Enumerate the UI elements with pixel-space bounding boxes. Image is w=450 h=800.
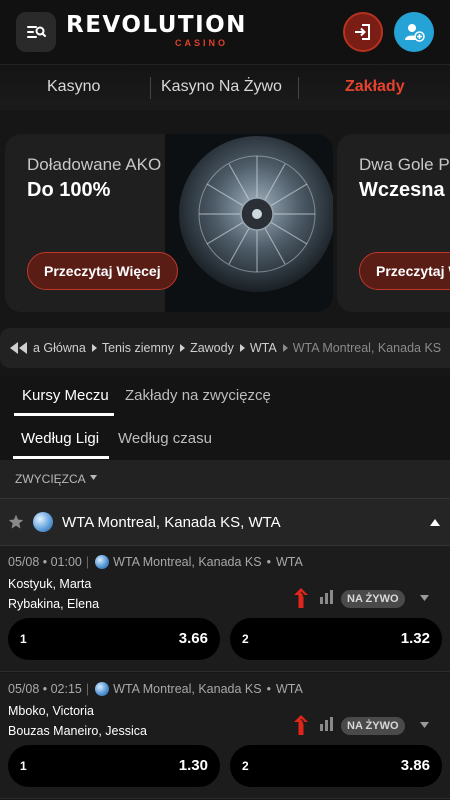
login-button[interactable] — [343, 12, 383, 52]
promo-eyebrow: Dwa Gole Pr — [359, 155, 450, 174]
team-home: Mboko, Victoria — [8, 704, 94, 718]
top-header: REVOLUTION CASINO — [0, 0, 450, 64]
turbine-image — [165, 134, 333, 312]
meta-divider: | — [85, 555, 90, 569]
live-badge: NA ŻYWO — [341, 717, 405, 735]
match-row[interactable]: 05/08 • 01:00 | WTA Montreal, Kanada KS … — [0, 546, 450, 672]
tab-zaklady-na-zwyciezce[interactable]: Zakłady na zwycięzcę — [125, 387, 271, 404]
active-tab-indicator — [14, 413, 114, 416]
nav-item-zaklady[interactable]: Zakłady — [345, 78, 405, 96]
match-tour: WTA — [275, 682, 303, 696]
match-datetime: 05/08 • 02:15 — [8, 682, 82, 696]
read-more-button[interactable]: Przeczytaj W — [359, 252, 450, 290]
tab-wedlug-ligi[interactable]: Według Ligi — [21, 430, 99, 447]
breadcrumb-item[interactable]: WTA — [250, 341, 277, 355]
add-user-icon — [405, 24, 425, 42]
breadcrumb-current: WTA Montreal, Kanada KS — [292, 341, 442, 355]
nav-item-kasyno[interactable]: Kasyno — [47, 78, 100, 96]
match-meta: 05/08 • 01:00 | WTA Montreal, Kanada KS … — [8, 555, 303, 569]
chevron-up-icon[interactable] — [430, 519, 440, 526]
read-more-button[interactable]: Przeczytaj Więcej — [27, 252, 178, 290]
chevron-right-icon — [91, 344, 97, 352]
market-tabs: Kursy Meczu Zakłady na zwycięzcę — [0, 375, 450, 417]
team-home: Kostyuk, Marta — [8, 577, 92, 591]
match-competition: WTA Montreal, Kanada KS — [113, 682, 262, 696]
filter-label: ZWYCIĘZCA — [15, 472, 86, 486]
stats-icon[interactable] — [320, 717, 334, 731]
tab-kursy-meczu[interactable]: Kursy Meczu — [22, 387, 109, 404]
promo-eyebrow: Doładowane AKO — [27, 155, 162, 174]
grouping-tabs: Według Ligi Według czasu — [0, 418, 450, 460]
nav-divider — [150, 77, 151, 99]
match-row[interactable]: 05/08 • 02:15 | WTA Montreal, Kanada KS … — [0, 673, 450, 799]
odds-label: 1 — [20, 759, 27, 773]
breadcrumb-item[interactable]: Zawody — [190, 341, 234, 355]
odds-value: 3.86 — [400, 757, 430, 774]
odds-value: 1.32 — [400, 630, 430, 647]
league-header[interactable]: WTA Montreal, Kanada KS, WTA — [0, 498, 450, 546]
chevron-right-icon — [282, 344, 288, 352]
live-badge: NA ŻYWO — [341, 590, 405, 608]
register-button[interactable] — [394, 12, 434, 52]
meta-divider: | — [85, 682, 90, 696]
promo-card[interactable]: Doładowane AKO Do 100% Przeczytaj Więcej — [5, 134, 333, 312]
league-title: WTA Montreal, Kanada KS, WTA — [62, 514, 281, 531]
tab-wedlug-czasu[interactable]: Według czasu — [118, 430, 212, 447]
promo-card[interactable]: Dwa Gole Pr Wczesna W Przeczytaj W — [337, 134, 450, 312]
team-away: Bouzas Maneiro, Jessica — [8, 724, 147, 738]
odds-label: 2 — [242, 759, 249, 773]
match-datetime: 05/08 • 01:00 — [8, 555, 82, 569]
match-competition: WTA Montreal, Kanada KS — [113, 555, 262, 569]
breadcrumb-item[interactable]: Tenis ziemny — [102, 341, 174, 355]
odds-button-away[interactable]: 2 3.86 — [230, 745, 442, 787]
odds-button-away[interactable]: 2 1.32 — [230, 618, 442, 660]
chevron-right-icon — [239, 344, 245, 352]
promo-title: Do 100% — [27, 179, 111, 201]
trending-up-icon — [294, 715, 308, 735]
odds-button-home[interactable]: 1 3.66 — [8, 618, 220, 660]
globe-icon — [95, 555, 110, 569]
login-icon — [355, 24, 370, 40]
team-away: Rybakina, Elena — [8, 597, 100, 611]
menu-search-button[interactable] — [16, 12, 56, 52]
promo-title: Wczesna W — [359, 179, 450, 201]
globe-icon — [95, 682, 110, 696]
rewind-icon[interactable] — [10, 342, 28, 354]
nav-divider — [298, 77, 299, 99]
menu-search-icon — [27, 26, 46, 38]
breadcrumb-item[interactable]: a Główna — [33, 341, 86, 355]
odds-value: 3.66 — [178, 630, 208, 647]
star-icon[interactable] — [8, 514, 24, 530]
stats-icon[interactable] — [320, 590, 334, 604]
meta-separator: • — [266, 682, 271, 696]
main-nav: Kasyno Kasyno Na Żywo Zakłady — [0, 64, 450, 110]
match-tour: WTA — [275, 555, 303, 569]
logo-text: REVOLUTION — [66, 12, 247, 38]
globe-icon — [33, 512, 53, 532]
odds-label: 1 — [20, 632, 27, 646]
odds-value: 1.30 — [178, 757, 208, 774]
odds-label: 2 — [242, 632, 249, 646]
match-meta: 05/08 • 02:15 | WTA Montreal, Kanada KS … — [8, 682, 303, 696]
caret-down-icon[interactable] — [420, 722, 429, 728]
meta-separator: • — [266, 555, 271, 569]
caret-down-icon — [90, 475, 97, 480]
breadcrumb: a Główna Tenis ziemny Zawody WTA WTA Mon… — [0, 328, 450, 368]
odds-button-home[interactable]: 1 1.30 — [8, 745, 220, 787]
logo-subtext: CASINO — [174, 38, 228, 48]
logo[interactable]: REVOLUTION CASINO — [66, 12, 247, 52]
caret-down-icon[interactable] — [420, 595, 429, 601]
active-tab-indicator — [13, 456, 109, 459]
chevron-right-icon — [180, 344, 186, 352]
trending-up-icon — [294, 588, 308, 608]
market-filter[interactable]: ZWYCIĘZCA — [0, 460, 450, 498]
nav-item-kasyno-na-zywo[interactable]: Kasyno Na Żywo — [161, 78, 282, 96]
